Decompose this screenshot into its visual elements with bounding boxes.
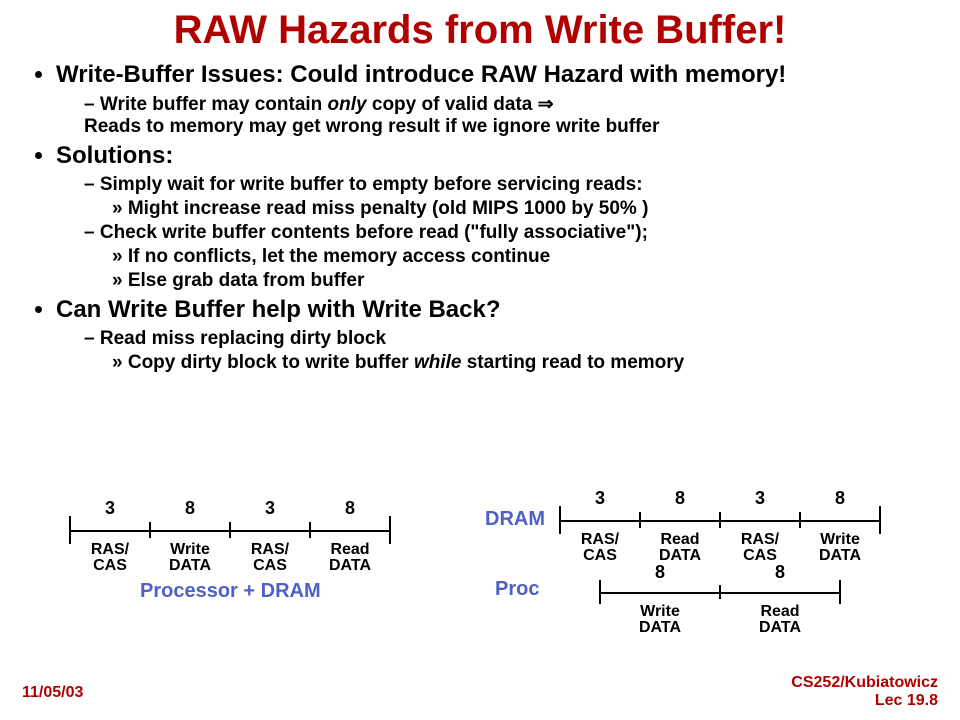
diagram-caption-left: Processor + DRAM — [140, 580, 321, 603]
segment-label: RAS/CAS — [235, 542, 305, 574]
segment-duration: 8 — [635, 562, 685, 583]
tick — [839, 580, 841, 604]
segment-duration: 8 — [755, 562, 805, 583]
tick — [879, 506, 881, 534]
tick — [229, 522, 231, 539]
tick — [719, 512, 721, 529]
bullet-1a: Write buffer may contain only copy of va… — [84, 93, 936, 138]
segment-duration: 3 — [245, 498, 295, 519]
segment-label: RAS/CAS — [75, 542, 145, 574]
bullet-2b1: If no conflicts, let the memory access c… — [112, 246, 936, 268]
tick — [69, 516, 71, 544]
segment-label: WriteDATA — [625, 604, 695, 636]
segment-duration: 8 — [655, 488, 705, 509]
footer-date: 11/05/03 — [22, 684, 83, 702]
text-italic: only — [328, 94, 367, 115]
segment-label: RAS/CAS — [725, 532, 795, 564]
segment-duration: 3 — [85, 498, 135, 519]
tick — [559, 506, 561, 534]
tick — [719, 585, 721, 599]
segment-duration: 3 — [575, 488, 625, 509]
text: copy of valid data ⇒ — [367, 94, 554, 115]
dram-label: DRAM — [485, 508, 545, 531]
bullet-2a1: Might increase read miss penalty (old MI… — [112, 198, 936, 220]
tick — [799, 512, 801, 529]
bullet-2b2: Else grab data from buffer — [112, 270, 936, 292]
tick — [639, 512, 641, 529]
text: Reads to memory may get wrong result if … — [84, 116, 659, 137]
segment-duration: 3 — [735, 488, 785, 509]
segment-label: RAS/CAS — [565, 532, 635, 564]
tick — [389, 516, 391, 544]
proc-label: Proc — [495, 578, 539, 601]
slide-title: RAW Hazards from Write Buffer! — [24, 8, 936, 53]
segment-label: ReadDATA — [745, 604, 815, 636]
footer-course: CS252/Kubiatowicz Lec 19.8 — [791, 674, 938, 710]
bullet-3: Can Write Buffer help with Write Back? — [56, 296, 936, 324]
segment-label: ReadDATA — [645, 532, 715, 564]
timing-diagrams: 3RAS/CAS8WriteDATA3RAS/CAS8ReadDATAProce… — [0, 470, 960, 670]
tick — [599, 580, 601, 604]
segment-label: WriteDATA — [155, 542, 225, 574]
text: starting read to memory — [461, 352, 684, 373]
footer-line-2: Lec 19.8 — [875, 692, 938, 709]
segment-duration: 8 — [325, 498, 375, 519]
bullet-1: Write-Buffer Issues: Could introduce RAW… — [56, 61, 936, 89]
footer-line-1: CS252/Kubiatowicz — [791, 674, 938, 691]
tick — [309, 522, 311, 539]
bullet-2: Solutions: — [56, 142, 936, 170]
segment-duration: 8 — [815, 488, 865, 509]
bullet-2b: Check write buffer contents before read … — [84, 222, 936, 244]
tick — [149, 522, 151, 539]
segment-label: ReadDATA — [315, 542, 385, 574]
bullet-3a1: Copy dirty block to write buffer while s… — [112, 352, 936, 374]
bullet-2a: Simply wait for write buffer to empty be… — [84, 174, 936, 196]
segment-duration: 8 — [165, 498, 215, 519]
text: Copy dirty block to write buffer — [128, 352, 414, 373]
text: Write buffer may contain — [100, 94, 328, 115]
text-italic: while — [414, 352, 462, 373]
bullet-list: Write-Buffer Issues: Could introduce RAW… — [24, 61, 936, 374]
slide: RAW Hazards from Write Buffer! Write-Buf… — [0, 0, 960, 720]
segment-label: WriteDATA — [805, 532, 875, 564]
bullet-3a: Read miss replacing dirty block — [84, 328, 936, 350]
